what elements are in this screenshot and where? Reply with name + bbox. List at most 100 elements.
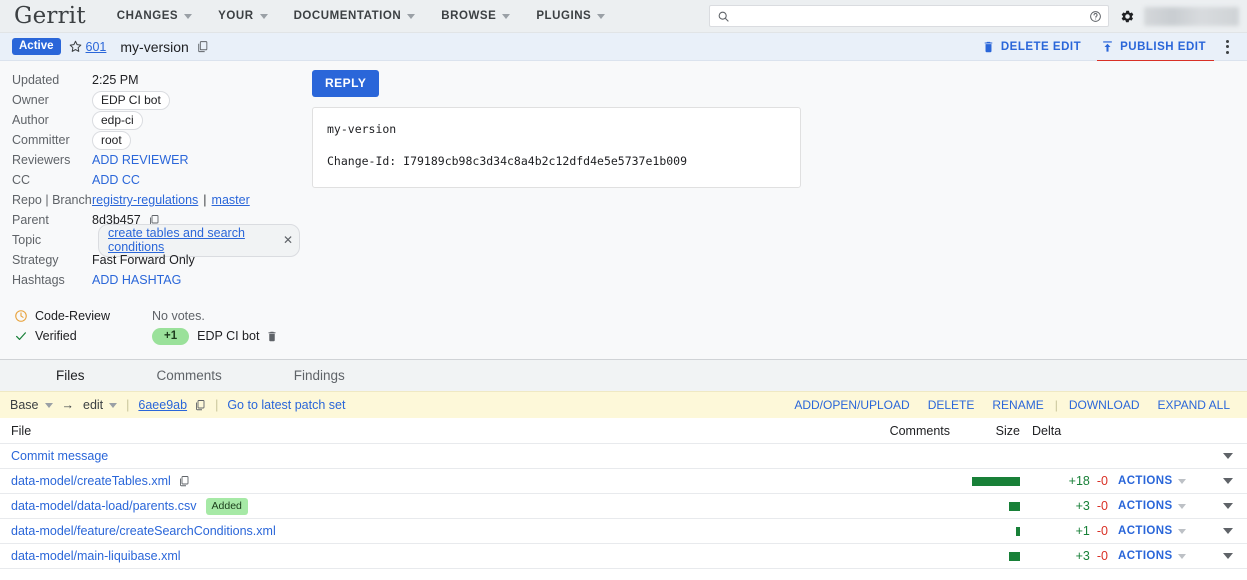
topic-chip[interactable]: create tables and search conditions ✕ [98, 223, 300, 257]
branch-link[interactable]: master [212, 193, 250, 207]
file-list-header: File Comments Size Delta [0, 418, 1247, 444]
meta-label-owner: Owner [12, 93, 49, 107]
file-name-link[interactable]: Commit message [11, 449, 108, 463]
vote-label-verified: Verified [35, 329, 77, 343]
status-badge: Active [12, 38, 61, 55]
row-actions-button[interactable]: ACTIONS [1118, 525, 1173, 537]
file-name-link[interactable]: data-model/main-liquibase.xml [11, 549, 181, 563]
metadata-list: Updated 2:25 PM Owner EDP CI bot Author … [0, 70, 300, 346]
copy-icon[interactable] [194, 399, 206, 411]
expand-all-button[interactable]: EXPAND ALL [1149, 398, 1239, 412]
table-row[interactable]: Commit message [0, 444, 1247, 469]
gerrit-logo[interactable]: Gerrit [14, 4, 86, 28]
chevron-down-icon [44, 402, 53, 408]
committer-chip[interactable]: root [92, 130, 131, 150]
file-name-link[interactable]: data-model/feature/createSearchCondition… [11, 524, 276, 538]
kebab-dot [1226, 39, 1229, 43]
chevron-down-icon[interactable] [1223, 553, 1233, 559]
table-row[interactable]: data-model/data-load/parents.csv Added +3-… [0, 494, 1247, 519]
chevron-down-icon[interactable] [1223, 503, 1233, 509]
owner-chip[interactable]: EDP CI bot [92, 90, 170, 110]
commit-message-box[interactable]: my-version Change-Id: I79189cb98c3d34c8a… [312, 107, 801, 188]
author-chip[interactable]: edp-ci [92, 110, 143, 130]
nav-item-browse[interactable]: BROWSE [428, 10, 523, 22]
topic-label[interactable]: create tables and search conditions [108, 226, 277, 254]
tab-files[interactable]: Files [56, 368, 127, 383]
add-reviewer-button[interactable]: ADD REVIEWER [92, 153, 189, 167]
user-account-avatar[interactable] [1144, 6, 1239, 26]
tab-findings[interactable]: Findings [294, 368, 387, 383]
meta-row-cc: CC ADD CC [12, 170, 300, 190]
add-cc-button[interactable]: ADD CC [92, 173, 140, 187]
nav-item-documentation[interactable]: DOCUMENTATION [281, 10, 429, 22]
chevron-down-icon [1177, 503, 1186, 509]
help-icon[interactable] [1089, 10, 1102, 23]
file-cell: data-model/main-liquibase.xml [0, 549, 860, 563]
trash-icon[interactable] [266, 330, 278, 342]
nav-item-your[interactable]: YOUR [205, 10, 280, 22]
lines-added: +3 [1075, 549, 1090, 563]
chevron-down-icon[interactable] [1223, 528, 1233, 534]
file-cell: Commit message [0, 449, 860, 463]
go-to-latest-patchset-link[interactable]: Go to latest patch set [227, 398, 345, 412]
expand-cell [1198, 503, 1247, 509]
row-actions-button[interactable]: ACTIONS [1118, 500, 1173, 512]
tab-comments[interactable]: Comments [157, 368, 264, 383]
expand-cell [1198, 478, 1247, 484]
rename-file-button[interactable]: RENAME [983, 398, 1052, 412]
file-name-link[interactable]: data-model/data-load/parents.csv [11, 499, 197, 513]
divider: | [215, 398, 219, 412]
repo-link[interactable]: registry-regulations [92, 193, 198, 207]
meta-label-hashtags: Hashtags [12, 273, 65, 287]
table-row[interactable]: data-model/main-liquibase.xml +3 -0 ACTIONS [0, 544, 1247, 569]
meta-label-repo-branch: Repo | Branch [12, 193, 92, 207]
file-rows-container: Commit message data-model/createTables.xm… [0, 444, 1247, 569]
meta-row-updated: Updated 2:25 PM [12, 70, 300, 90]
close-icon[interactable]: ✕ [283, 234, 293, 246]
publish-edit-button[interactable]: PUBLISH EDIT [1091, 40, 1216, 62]
more-options-icon[interactable] [1216, 39, 1237, 54]
meta-row-hashtags: Hashtags ADD HASHTAG [12, 270, 300, 290]
delete-file-button[interactable]: DELETE [919, 398, 984, 412]
meta-row-committer: Committer root [12, 130, 300, 150]
copy-icon[interactable] [178, 475, 190, 487]
search-input[interactable] [730, 8, 1089, 24]
vote-voter-name: EDP CI bot [197, 329, 260, 343]
patchset-hash-link[interactable]: 6aee9ab [138, 398, 187, 412]
change-number-link[interactable]: 601 [86, 40, 107, 54]
star-icon[interactable] [68, 39, 83, 54]
gear-icon[interactable] [1120, 9, 1135, 24]
patchset-base-label: Base [10, 398, 39, 412]
publish-edit-label: PUBLISH EDIT [1120, 40, 1206, 53]
meta-row-topic: Topic create tables and search condition… [12, 223, 300, 257]
content-tabs: Files Comments Findings [0, 359, 1247, 391]
chevron-down-icon[interactable] [1223, 453, 1233, 459]
delete-edit-button[interactable]: DELETE EDIT [972, 40, 1091, 53]
chevron-down-icon[interactable] [1223, 478, 1233, 484]
meta-label-updated: Updated [12, 73, 60, 87]
vote-summary: Code-Review No votes. Verified +1 EDP CI… [12, 306, 300, 346]
delta-cell: +3 -0 [1022, 549, 1112, 563]
reply-button[interactable]: REPLY [312, 70, 380, 97]
lines-removed: -0 [1096, 524, 1108, 538]
table-row[interactable]: data-model/createTables.xml +18 -0 ACTIONS [0, 469, 1247, 494]
add-hashtag-button[interactable]: ADD HASHTAG [92, 273, 181, 287]
nav-item-documentation-label: DOCUMENTATION [293, 10, 402, 22]
nav-item-plugins[interactable]: PLUGINS [523, 10, 618, 22]
chevron-down-icon [597, 13, 606, 19]
nav-item-changes[interactable]: CHANGES [104, 10, 205, 22]
table-row[interactable]: data-model/feature/createSearchCondition… [0, 519, 1247, 544]
add-open-upload-button[interactable]: ADD/OPEN/UPLOAD [785, 398, 918, 412]
vote-score-chip[interactable]: +1 [152, 327, 190, 345]
delta-cell: +3 -0 [1022, 499, 1112, 513]
patchset-base-select[interactable]: Base [10, 398, 53, 412]
download-button[interactable]: DOWNLOAD [1060, 398, 1149, 412]
copy-icon[interactable] [196, 40, 209, 53]
row-actions-button[interactable]: ACTIONS [1118, 550, 1173, 562]
patchset-target-select[interactable]: edit [83, 398, 118, 412]
meta-value-strategy: Fast Forward Only [92, 253, 195, 267]
meta-row-reviewers: Reviewers ADD REVIEWER [12, 150, 300, 170]
search-box[interactable] [709, 5, 1109, 27]
file-name-link[interactable]: data-model/createTables.xml [11, 474, 171, 488]
row-actions-button[interactable]: ACTIONS [1118, 475, 1173, 487]
